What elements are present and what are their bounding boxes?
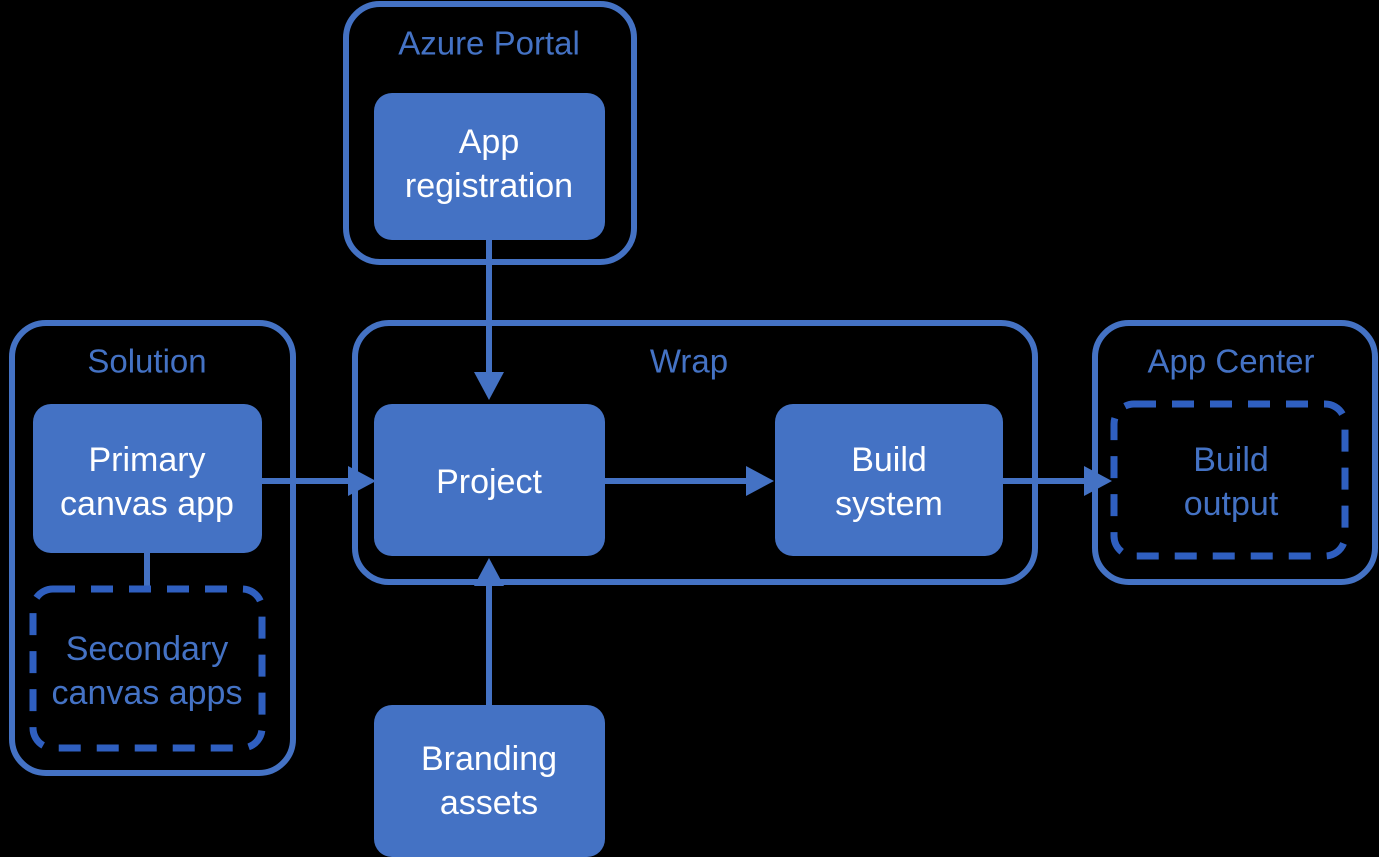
node-app-registration-line2: registration	[405, 167, 573, 205]
group-label-solution: Solution	[87, 343, 206, 380]
connector-primary-canvas-app-to-project	[262, 466, 376, 496]
connector-project-to-build-system	[604, 466, 774, 496]
node-app-registration[interactable]: App registration	[374, 93, 605, 240]
connector-app-registration-to-project	[474, 232, 504, 400]
diagram-canvas: Azure Portal Solution Wrap App Center Ap…	[0, 0, 1379, 857]
node-project[interactable]: Project	[374, 404, 605, 556]
node-secondary-canvas-apps[interactable]: Secondary canvas apps	[29, 585, 266, 752]
node-branding-assets-line1: Branding	[421, 740, 557, 778]
node-build-system-line2: system	[835, 485, 943, 523]
node-project-line1: Project	[436, 463, 542, 501]
node-secondary-canvas-apps-line2: canvas apps	[52, 674, 243, 712]
group-label-wrap: Wrap	[650, 343, 728, 380]
node-build-system-line1: Build	[851, 441, 927, 479]
group-label-azure-portal: Azure Portal	[398, 25, 580, 62]
node-build-system[interactable]: Build system	[775, 404, 1003, 556]
node-primary-canvas-app-line2: canvas app	[60, 485, 234, 523]
node-build-output[interactable]: Build output	[1110, 400, 1349, 560]
node-primary-canvas-app[interactable]: Primary canvas app	[33, 404, 262, 553]
node-primary-canvas-app-line1: Primary	[88, 441, 205, 479]
group-label-app-center: App Center	[1148, 343, 1315, 380]
architecture-diagram: Azure Portal Solution Wrap App Center Ap…	[0, 0, 1379, 857]
node-build-output-line1: Build	[1193, 441, 1269, 479]
node-branding-assets-line2: assets	[440, 784, 538, 822]
node-branding-assets[interactable]: Branding assets	[374, 705, 605, 857]
node-build-output-line2: output	[1184, 485, 1279, 523]
node-app-registration-line1: App	[459, 123, 520, 161]
node-secondary-canvas-apps-line1: Secondary	[66, 630, 229, 668]
